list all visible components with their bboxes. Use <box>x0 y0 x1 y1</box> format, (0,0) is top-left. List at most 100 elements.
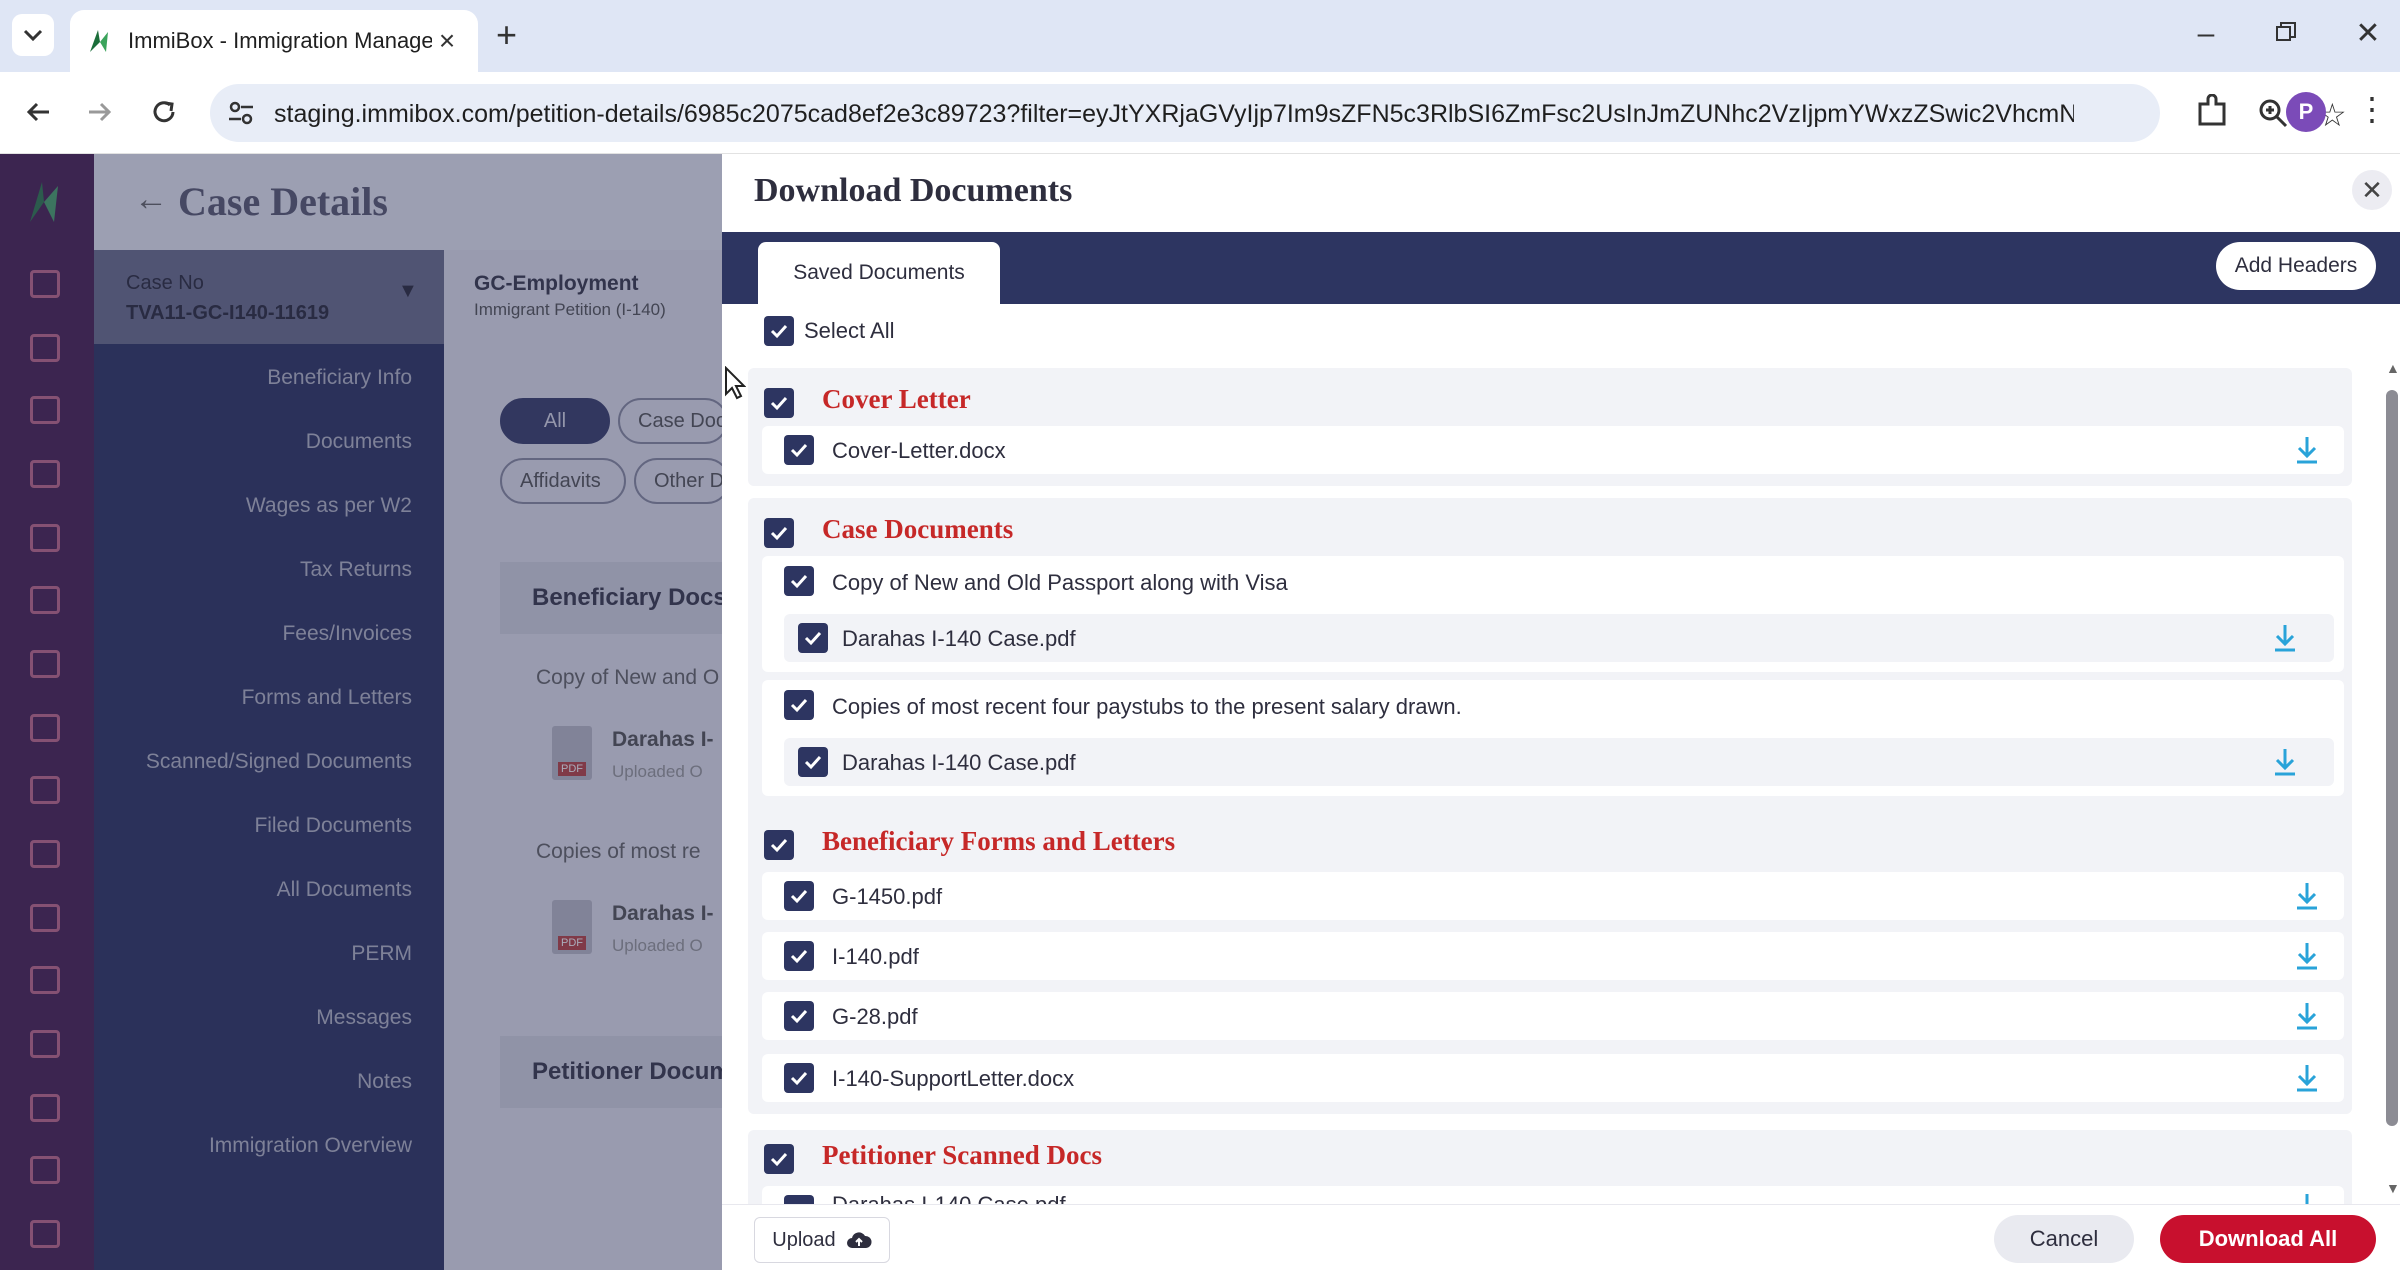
cover-letter-title: Cover Letter <box>822 384 971 414</box>
modal-backdrop[interactable] <box>0 154 722 1270</box>
subgroup-checkbox[interactable] <box>784 690 814 720</box>
file-checkbox[interactable] <box>784 1063 814 1093</box>
check-icon <box>770 838 788 853</box>
url-text: staging.immibox.com/petition-details/698… <box>274 100 2074 128</box>
petitioner-scanned-title: Petitioner Scanned Docs <box>822 1140 1102 1170</box>
case-documents-group-checkbox[interactable] <box>764 518 794 548</box>
file-name: Darahas I-140 Case.pdf <box>842 626 1076 651</box>
select-all-label: Select All <box>804 318 895 343</box>
tab-title: ImmiBox - Immigration Manage <box>128 28 432 53</box>
file-name: I-140-SupportLetter.docx <box>832 1066 1075 1091</box>
file-checkbox[interactable] <box>798 623 828 653</box>
check-icon <box>770 526 788 541</box>
tab-search-button[interactable] <box>12 14 54 56</box>
check-icon <box>804 631 822 646</box>
cover-letter-group: Cover Letter Cover-Letter.docx <box>748 368 2352 486</box>
extensions-icon[interactable] <box>2196 94 2228 128</box>
file-row: I-140-SupportLetter.docx <box>762 1054 2344 1102</box>
petitioner-scanned-group: Petitioner Scanned Docs Darahas I-140 Ca… <box>748 1130 2352 1204</box>
modal-footer: Upload Cancel Download All <box>722 1204 2400 1270</box>
address-bar[interactable]: staging.immibox.com/petition-details/698… <box>210 84 2347 142</box>
window-close-icon[interactable]: ✕ <box>2348 14 2388 54</box>
browser-tab[interactable]: ImmiBox - Immigration Manage × <box>70 10 478 72</box>
zoom-icon[interactable] <box>2258 98 2288 128</box>
file-row: Darahas I-140 Case.pdf <box>762 1186 2344 1204</box>
browser-menu-icon[interactable]: ⋮ <box>2356 90 2388 128</box>
check-icon <box>790 949 808 964</box>
file-checkbox[interactable] <box>784 941 814 971</box>
document-subgroup: Copy of New and Old Passport along with … <box>762 556 2344 672</box>
petitioner-scanned-group-checkbox[interactable] <box>764 1144 794 1174</box>
file-name: G-28.pdf <box>832 1004 918 1029</box>
reload-button[interactable] <box>142 90 186 134</box>
check-icon <box>790 889 808 904</box>
file-checkbox[interactable] <box>784 435 814 465</box>
modal-header: Download Documents ✕ <box>722 154 2400 232</box>
modal-tab-strip: Saved Documents Add Headers <box>722 232 2400 304</box>
tab-saved-documents[interactable]: Saved Documents <box>758 242 1000 304</box>
download-icon[interactable] <box>2294 1001 2320 1031</box>
file-row: Darahas I-140 Case.pdf <box>784 614 2334 662</box>
cover-letter-group-checkbox[interactable] <box>764 388 794 418</box>
check-icon <box>770 1152 788 1167</box>
file-checkbox[interactable] <box>784 881 814 911</box>
upload-label: Upload <box>772 1228 836 1251</box>
cloud-upload-icon <box>846 1232 872 1248</box>
restore-icon[interactable] <box>2266 14 2306 54</box>
file-checkbox[interactable] <box>798 747 828 777</box>
file-row: Darahas I-140 Case.pdf <box>784 738 2334 786</box>
file-row: G-28.pdf <box>762 992 2344 1040</box>
download-icon[interactable] <box>2272 747 2298 777</box>
download-documents-modal: Download Documents ✕ Saved Documents Add… <box>722 154 2400 1270</box>
arrow-left-icon <box>26 102 49 122</box>
scroll-up-icon[interactable]: ▲ <box>2386 360 2400 376</box>
beneficiary-forms-group-checkbox[interactable] <box>764 830 794 860</box>
file-checkbox[interactable] <box>784 1195 814 1204</box>
select-all-checkbox[interactable] <box>764 316 794 346</box>
chevron-down-icon <box>23 29 43 42</box>
scroll-down-icon[interactable]: ▼ <box>2386 1180 2400 1196</box>
add-headers-button[interactable]: Add Headers <box>2216 242 2376 290</box>
beneficiary-forms-group: Beneficiary Forms and Letters G-1450.pdf… <box>748 816 2352 1072</box>
file-row: Cover-Letter.docx <box>762 426 2344 474</box>
check-icon <box>790 1071 808 1086</box>
download-icon[interactable] <box>2294 1063 2320 1093</box>
download-icon[interactable] <box>2294 1192 2320 1204</box>
download-icon[interactable] <box>2294 435 2320 465</box>
close-icon[interactable]: ✕ <box>2352 170 2392 210</box>
file-name: Darahas I-140 Case.pdf <box>832 1192 1066 1204</box>
beneficiary-forms-group-ext: I-140-SupportLetter.docx <box>748 1054 2352 1114</box>
beneficiary-forms-title: Beneficiary Forms and Letters <box>822 826 1176 856</box>
download-icon[interactable] <box>2294 881 2320 911</box>
check-icon <box>770 396 788 411</box>
back-button[interactable] <box>16 90 60 134</box>
modal-scrollbar-thumb[interactable] <box>2386 390 2398 1126</box>
document-subgroup: Copies of most recent four paystubs to t… <box>762 680 2344 796</box>
check-icon <box>770 324 788 339</box>
forward-button[interactable] <box>78 90 122 134</box>
mouse-cursor-icon <box>725 366 746 400</box>
download-all-button[interactable]: Download All <box>2160 1215 2376 1263</box>
subgroup-checkbox[interactable] <box>784 566 814 596</box>
file-row: G-1450.pdf <box>762 872 2344 920</box>
file-row: I-140.pdf <box>762 932 2344 980</box>
profile-avatar[interactable]: P <box>2286 92 2326 132</box>
check-icon <box>790 443 808 458</box>
download-icon[interactable] <box>2294 941 2320 971</box>
file-checkbox[interactable] <box>784 1001 814 1031</box>
case-documents-title: Case Documents <box>822 514 1014 544</box>
tab-close-icon[interactable]: × <box>432 25 462 57</box>
site-settings-icon[interactable] <box>226 98 256 128</box>
cancel-button[interactable]: Cancel <box>1994 1215 2134 1263</box>
file-name: G-1450.pdf <box>832 884 943 909</box>
check-icon <box>790 574 808 589</box>
download-icon[interactable] <box>2272 623 2298 653</box>
check-icon <box>790 698 808 713</box>
new-tab-button[interactable]: + <box>496 14 517 56</box>
browser-tabbar: ImmiBox - Immigration Manage × + – ✕ <box>0 0 2400 72</box>
subgroup-label: Copy of New and Old Passport along with … <box>832 570 1288 595</box>
arrow-right-icon <box>89 102 112 122</box>
upload-button[interactable]: Upload <box>754 1217 890 1263</box>
minimize-icon[interactable]: – <box>2186 14 2226 54</box>
file-name: Darahas I-140 Case.pdf <box>842 750 1076 775</box>
